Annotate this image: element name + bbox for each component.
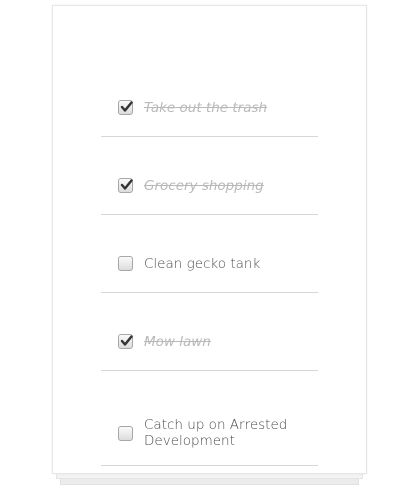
todo-card: Take out the trash Grocery shopping Clea… (52, 5, 367, 474)
todo-item[interactable]: Grocery shopping (101, 137, 318, 215)
checkmark-icon (120, 101, 133, 112)
todo-checkbox[interactable] (118, 425, 133, 441)
checkmark-icon (120, 179, 133, 190)
todo-item[interactable]: Mow lawn (101, 293, 318, 371)
todo-item[interactable]: Take out the trash (101, 59, 318, 137)
todo-label: Catch up on Arrested Development (144, 417, 288, 449)
page: Take out the trash Grocery shopping Clea… (0, 0, 419, 492)
todo-checkbox[interactable] (118, 100, 133, 115)
todo-label: Mow lawn (144, 333, 211, 350)
todo-checkbox[interactable] (118, 334, 133, 349)
todo-label: Grocery shopping (144, 177, 264, 194)
todo-item[interactable]: Catch up on Arrested Development (101, 371, 318, 466)
todo-label: Clean gecko tank (144, 255, 261, 272)
todo-checkbox[interactable] (118, 178, 133, 193)
todo-item[interactable]: Clean gecko tank (101, 215, 318, 293)
todo-list: Take out the trash Grocery shopping Clea… (101, 59, 318, 466)
checkmark-icon (120, 335, 133, 346)
todo-label: Take out the trash (144, 99, 268, 116)
todo-checkbox[interactable] (118, 256, 133, 271)
